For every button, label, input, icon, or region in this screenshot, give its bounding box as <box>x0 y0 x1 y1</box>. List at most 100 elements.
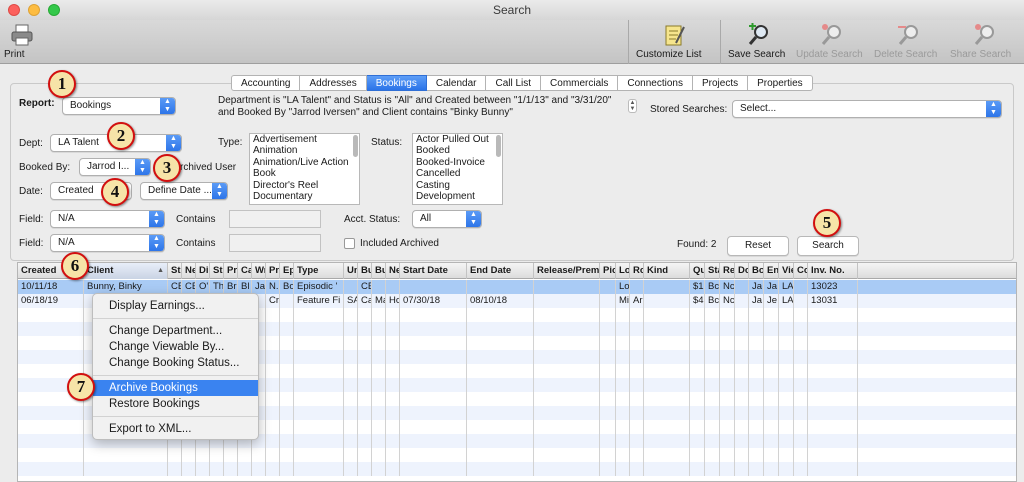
report-select[interactable]: Bookings ▲ ▼ <box>62 97 176 115</box>
column-header[interactable]: St <box>210 263 224 279</box>
stored-searches-select[interactable]: Select... ▲ ▼ <box>732 100 1002 118</box>
tab-connections[interactable]: Connections <box>618 75 693 91</box>
save-search-button[interactable]: Save Search <box>728 20 790 64</box>
type-scrollbar[interactable] <box>353 135 358 157</box>
status-option[interactable]: Booked <box>413 145 502 156</box>
table-cell <box>280 350 294 364</box>
table-cell <box>735 392 749 406</box>
menu-item-archive-bookings[interactable]: Archive Bookings <box>93 380 258 396</box>
table-cell <box>616 350 630 364</box>
table-cell <box>386 350 400 364</box>
minimize-window-button[interactable] <box>28 4 40 16</box>
column-header[interactable]: En <box>764 263 779 279</box>
status-option[interactable]: Development <box>413 191 502 202</box>
column-header[interactable]: Do <box>735 263 749 279</box>
column-header[interactable]: Ne <box>386 263 400 279</box>
column-header[interactable]: Release/Prem <box>534 263 600 279</box>
table-cell <box>280 448 294 462</box>
tab-commercials[interactable]: Commercials <box>541 75 619 91</box>
column-header[interactable]: Sta <box>705 263 720 279</box>
column-header[interactable]: Ro <box>630 263 644 279</box>
column-header[interactable]: Bu <box>358 263 372 279</box>
column-header[interactable]: Pr <box>266 263 280 279</box>
search-button[interactable]: Search <box>797 236 859 256</box>
menu-item-change-viewable-by[interactable]: Change Viewable By... <box>93 339 258 355</box>
column-header[interactable]: Kind <box>644 263 690 279</box>
menu-item-display-earnings[interactable]: Display Earnings... <box>93 298 258 314</box>
status-option[interactable]: Booked-Invoice <box>413 157 502 168</box>
share-search-button[interactable]: Share Search <box>950 20 1020 64</box>
column-header[interactable]: Lo <box>616 263 630 279</box>
customize-list-button[interactable]: Customize List <box>636 20 712 64</box>
empty-table-row[interactable] <box>18 448 1016 462</box>
column-header[interactable]: Pr <box>224 263 238 279</box>
print-button[interactable]: Print <box>4 20 40 64</box>
table-cell <box>749 392 764 406</box>
status-scrollbar[interactable] <box>496 135 501 157</box>
column-header[interactable]: Client ▲ <box>84 263 168 279</box>
column-header[interactable]: Ne <box>182 263 196 279</box>
column-header[interactable]: Qu <box>690 263 705 279</box>
tab-addresses[interactable]: Addresses <box>300 75 367 91</box>
column-header[interactable]: Bu <box>372 263 386 279</box>
tab-call-list[interactable]: Call List <box>486 75 542 91</box>
menu-item-restore-bookings[interactable]: Restore Bookings <box>93 396 258 412</box>
field-2-select[interactable]: N/A ▲ ▼ <box>50 234 165 252</box>
description-stepper[interactable]: ▲ ▼ <box>628 99 637 113</box>
type-option[interactable]: Animation/Live Action <box>250 157 359 168</box>
zoom-window-button[interactable] <box>48 4 60 16</box>
type-option[interactable]: Documentary <box>250 191 359 202</box>
menu-item-export-xml[interactable]: Export to XML... <box>93 421 258 437</box>
type-listbox[interactable]: Advertisement Animation Animation/Live A… <box>249 133 360 205</box>
status-option[interactable]: Cancelled <box>413 168 502 179</box>
status-option[interactable]: Casting <box>413 180 502 191</box>
column-header[interactable]: St <box>168 263 182 279</box>
column-header[interactable]: Co <box>794 263 808 279</box>
column-header[interactable]: Ca <box>238 263 252 279</box>
column-header[interactable]: Start Date <box>400 263 467 279</box>
status-listbox[interactable]: Actor Pulled Out Booked Booked-Invoice C… <box>412 133 503 205</box>
column-header[interactable]: Di <box>196 263 210 279</box>
tab-accounting[interactable]: Accounting <box>231 75 301 91</box>
type-option[interactable]: Book <box>250 168 359 179</box>
contains-1-input[interactable] <box>229 210 321 228</box>
column-header[interactable]: Vie <box>779 263 794 279</box>
type-option[interactable]: Advertisement <box>250 134 359 145</box>
type-option[interactable]: Director's Reel <box>250 180 359 191</box>
column-header[interactable]: Wr <box>252 263 266 279</box>
column-header[interactable]: End Date <box>467 263 534 279</box>
column-header[interactable]: Bo <box>749 263 764 279</box>
menu-item-change-booking-status[interactable]: Change Booking Status... <box>93 355 258 371</box>
column-header[interactable]: Ep <box>280 263 294 279</box>
status-option[interactable]: Actor Pulled Out <box>413 134 502 145</box>
tab-projects[interactable]: Projects <box>692 75 749 91</box>
column-header[interactable]: Type <box>294 263 344 279</box>
column-header[interactable]: Pic <box>600 263 616 279</box>
included-archived-checkbox[interactable] <box>344 238 355 249</box>
close-window-button[interactable] <box>8 4 20 16</box>
acct-status-label: Acct. Status: <box>344 214 401 225</box>
table-cell <box>600 294 616 308</box>
tab-bookings[interactable]: Bookings <box>366 75 427 91</box>
table-cell <box>779 462 794 476</box>
delete-search-button[interactable]: Delete Search <box>874 20 944 64</box>
tab-calendar[interactable]: Calendar <box>426 75 487 91</box>
contains-2-input[interactable] <box>229 234 321 252</box>
booked-by-select[interactable]: Jarrod I... ▲ ▼ <box>79 158 151 176</box>
table-row[interactable]: 10/11/18Bunny, BinkyCECEO'ThBrBlJaN.BoEp… <box>18 280 1016 294</box>
menu-item-change-department[interactable]: Change Department... <box>93 323 258 339</box>
column-header[interactable]: Re <box>720 263 735 279</box>
table-cell <box>690 336 705 350</box>
field-1-select[interactable]: N/A ▲ ▼ <box>50 210 165 228</box>
date-range-select[interactable]: Define Date ... ▲ ▼ <box>140 182 228 200</box>
column-header[interactable]: Un <box>344 263 358 279</box>
reset-button[interactable]: Reset <box>727 236 789 256</box>
type-option[interactable]: Animation <box>250 145 359 156</box>
column-header[interactable]: Inv. No. <box>808 263 858 279</box>
table-cell <box>794 364 808 378</box>
update-search-button[interactable]: Update Search <box>796 20 868 64</box>
tab-properties[interactable]: Properties <box>748 75 813 91</box>
empty-table-row[interactable] <box>18 462 1016 476</box>
acct-status-select[interactable]: All ▲ ▼ <box>412 210 482 228</box>
toolbar-separator <box>720 20 721 64</box>
